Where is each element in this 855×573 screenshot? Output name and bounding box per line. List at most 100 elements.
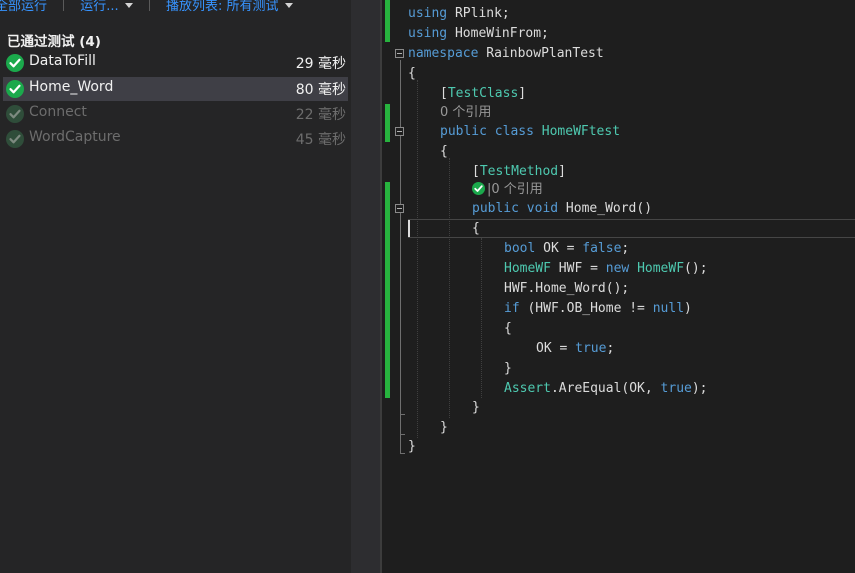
fold-guide-end [400,453,405,454]
code-token: } [504,361,512,376]
code-token: class [494,124,534,139]
pane-splitter[interactable] [351,0,382,573]
indent-guide [449,158,450,418]
code-token: namespace [408,46,479,61]
toolbar-separator [148,0,150,11]
test-name: Home_Word [29,79,114,95]
fold-guide-end [400,414,405,415]
pass-check-icon [6,105,24,123]
test-duration: 22 毫秒 [295,107,346,123]
code-line: HWF.Home_Word(); [504,279,629,299]
code-token: ] [558,164,566,179]
code-line: namespace RainbowPlanTest [408,44,604,64]
code-line: using HomeWinFrom; [408,24,549,44]
test-duration: 45 毫秒 [295,132,346,148]
playlist-dropdown[interactable]: 播放列表: 所有测试 [166,0,293,14]
code-token: (HWF.OB_Home != [519,301,653,316]
code-token: false [582,241,622,256]
code-token: HomeWFtest [541,124,621,139]
test-duration: 80 毫秒 [295,82,346,98]
test-explorer-pane: 全部运行 运行... 播放列表: 所有测试 已通过测试 (4) DataToFi… [0,0,351,573]
codelens-test-status[interactable]: |0 个引用 [472,180,543,200]
code-line: } [408,437,416,457]
code-token: OK = [536,341,576,356]
run-dropdown[interactable]: 运行... [80,0,133,14]
passed-tests-group-header[interactable]: 已通过测试 (4) [7,30,101,50]
code-token: HWF = [550,261,606,276]
test-row-wordcapture[interactable]: WordCapture 45 毫秒 [3,127,348,151]
fold-toggle-icon[interactable] [395,204,404,213]
code-token: TestClass [447,86,519,101]
code-token: null [652,301,685,316]
code-token: ; [606,341,615,356]
dropdown-caret-icon [124,3,133,8]
code-token: .AreEqual(OK, [550,381,661,396]
code-token: TestMethod [479,164,559,179]
code-token: true [660,381,692,396]
code-token: RPlink; [447,6,510,21]
code-token: { [408,66,416,81]
pass-check-icon [6,54,24,72]
test-row-datatofill[interactable]: DataToFill 29 毫秒 [3,51,348,75]
test-name: WordCapture [29,129,121,145]
toolbar-separator [63,0,65,11]
code-line: } [472,398,480,418]
pass-check-icon [6,130,24,148]
fold-toggle-icon[interactable] [395,127,404,136]
test-explorer-toolbar: 全部运行 运行... 播放列表: 所有测试 [0,0,293,15]
code-token: new [605,261,630,276]
changed-lines-marker [385,0,390,42]
code-line: } [504,359,512,379]
code-token: { [504,321,512,336]
code-editor[interactable]: using RPlink; using HomeWinFrom; namespa… [382,0,855,573]
code-line: HomeWF HWF = new HomeWF(); [504,259,708,279]
run-all-link[interactable]: 全部运行 [0,0,47,14]
pass-check-icon [472,182,485,195]
fold-toggle-icon[interactable] [395,49,404,58]
test-name: Connect [29,104,87,120]
code-token: { [472,221,480,236]
code-token: } [440,420,448,435]
code-line: OK = true; [536,339,614,359]
dropdown-caret-icon [284,3,293,8]
code-line: bool OK = false; [504,239,629,259]
test-row-home-word[interactable]: Home_Word 80 毫秒 [3,77,348,101]
code-token: if [504,301,520,316]
code-line: { [504,319,512,339]
code-token: Home_Word() [558,201,653,216]
code-token: ; [621,241,630,256]
indent-guide [417,80,418,438]
code-token: void [526,201,559,216]
pass-check-icon [6,80,24,98]
code-token: } [408,439,416,454]
code-token: [ [472,164,480,179]
test-duration: 29 毫秒 [295,56,346,72]
playlist-label: 播放列表: 所有测试 [165,0,279,14]
codelens-references[interactable]: |0 个引用 [487,182,543,197]
code-token: HomeWF [637,261,685,276]
indent-guide [481,238,482,398]
code-line: public void Home_Word() [472,199,652,219]
run-label: 运行... [80,0,119,14]
code-token: { [440,144,448,159]
test-row-connect[interactable]: Connect 22 毫秒 [3,102,348,126]
code-line: [TestMethod] [472,162,566,182]
code-token: ) [684,301,692,316]
code-token: } [472,400,480,415]
code-line: { [472,219,480,239]
code-token: (); [684,261,708,276]
code-token: ); [691,381,708,396]
fold-guide [400,60,401,453]
code-line: Assert.AreEqual(OK, true); [504,379,708,399]
code-line: } [440,418,448,438]
code-token: HWF.Home_Word(); [504,281,630,296]
code-token: Assert [504,381,551,396]
changed-lines-marker [385,104,390,142]
code-token: OK = [535,241,583,256]
fold-guide-end [400,434,405,435]
test-name: DataToFill [29,53,96,69]
code-token: using [408,26,448,41]
code-token: RainbowPlanTest [478,46,604,61]
code-token: bool [504,241,536,256]
codelens-references[interactable]: 0 个引用 [440,103,491,123]
